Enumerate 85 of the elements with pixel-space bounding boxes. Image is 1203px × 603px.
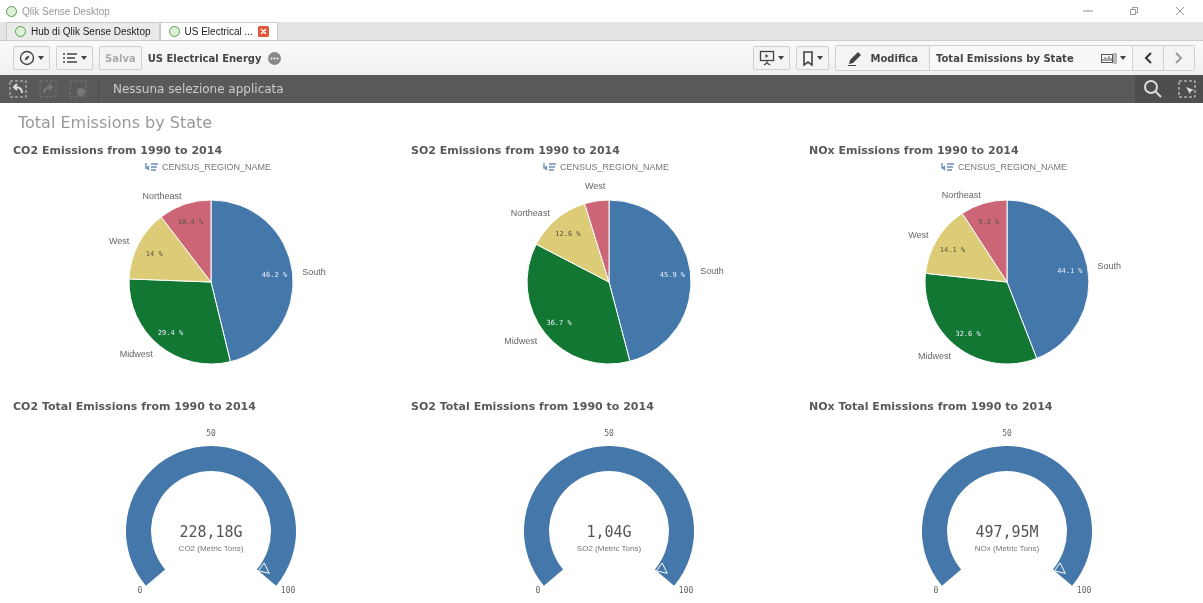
app-logo-icon	[15, 26, 26, 37]
slice-label: South	[700, 266, 724, 277]
sheet-title: Total Emissions by State	[936, 52, 1075, 64]
gauge-value: 497,95M	[975, 523, 1039, 541]
gauge-value: 228,18G	[179, 523, 243, 541]
slice-label: Midwest	[504, 335, 538, 346]
bookmark-icon	[801, 50, 814, 66]
pie-slice[interactable]	[210, 199, 294, 363]
chart-title: NOx Total Emissions from 1990 to 2014	[809, 400, 1054, 415]
dimension-label[interactable]: CENSUS_REGION_NAME	[162, 162, 271, 172]
list-icon	[62, 51, 78, 65]
chart-title: CO2 Emissions from 1990 to 2014	[13, 144, 224, 159]
close-icon[interactable]	[1175, 6, 1185, 16]
gauge-pointer	[258, 562, 270, 574]
gauge-tick-label: 100	[678, 586, 694, 595]
pie-slice[interactable]	[608, 199, 692, 362]
chart-title: NOx Emissions from 1990 to 2014	[809, 144, 1020, 159]
pie-slice[interactable]	[160, 199, 212, 283]
chevron-left-icon	[1144, 52, 1152, 64]
sheets-icon	[1101, 52, 1117, 64]
app-logo-icon	[168, 26, 180, 37]
bookmark-button[interactable]	[795, 46, 829, 70]
gauge-tick-label: 0	[535, 586, 541, 595]
chart-title: CO2 Total Emissions from 1990 to 2014	[13, 400, 257, 415]
slice-label: South	[1097, 261, 1121, 271]
chart-title: SO2 Emissions from 1990 to 2014	[411, 144, 621, 159]
gauge-pointer	[656, 562, 668, 574]
list-button[interactable]	[56, 46, 93, 70]
chevron-right-icon	[1175, 52, 1183, 64]
slice-label: Northeast	[941, 189, 981, 200]
step-back-icon[interactable]	[8, 79, 28, 99]
gauge-tick-label: 50	[206, 429, 216, 438]
slice-label: West	[908, 229, 929, 240]
gauge-label: CO2 (Metric Tons)	[178, 544, 244, 553]
slice-label: Midwest	[119, 349, 153, 360]
close-tab-icon[interactable]	[257, 26, 269, 37]
gauge-tick-label: 100	[280, 586, 296, 595]
app-title: US Electrical Energy	[147, 52, 262, 64]
selection-tool-icon[interactable]	[1177, 79, 1197, 99]
dimension-label[interactable]: CENSUS_REGION_NAME	[958, 162, 1067, 172]
app-logo-icon	[6, 5, 17, 17]
caret-icon	[38, 56, 44, 60]
gauge-tick-label: 0	[933, 586, 939, 595]
sheet-title: Total Emissions by State	[18, 113, 214, 134]
gauge-tick-label: 50	[1002, 429, 1012, 438]
pencil-icon	[846, 50, 863, 66]
more-icon[interactable]	[267, 51, 281, 65]
dimension-label[interactable]: CENSUS_REGION_NAME	[560, 162, 669, 172]
gauge-tick-label: 0	[137, 586, 143, 595]
gauge-tick-label: 100	[1076, 586, 1092, 595]
gauge-pointer	[1054, 562, 1066, 574]
drill-down-icon	[543, 162, 556, 172]
window-title: Qlik Sense Desktop	[22, 5, 110, 17]
search-icon[interactable]	[1143, 79, 1163, 99]
pie-slice[interactable]	[1006, 199, 1090, 359]
caret-icon	[81, 56, 87, 60]
slice-label: West	[108, 235, 130, 246]
restore-icon[interactable]	[1129, 6, 1139, 16]
present-button[interactable]	[752, 46, 790, 70]
slice-label: Midwest	[918, 351, 952, 361]
slice-label: Northeast	[142, 190, 182, 201]
slice-label: South	[302, 267, 326, 277]
pie-slice[interactable]	[961, 199, 1008, 283]
pie-slice[interactable]	[584, 199, 610, 283]
sheet-selector[interactable]: Total Emissions by State	[930, 46, 1133, 70]
edit-button[interactable]: Modifica	[835, 46, 930, 70]
drill-down-icon	[941, 162, 954, 172]
selection-status: Nessuna selezione applicata	[98, 75, 284, 103]
slice-label: West	[585, 181, 606, 191]
chart-title: SO2 Total Emissions from 1990 to 2014	[411, 400, 655, 415]
caret-icon	[1120, 56, 1126, 60]
presentation-icon	[758, 50, 775, 66]
gauge-tick-label: 50	[604, 429, 614, 438]
gauge-value: 1,04G	[586, 523, 632, 541]
gauge-label: SO2 (Metric Tons)	[576, 544, 642, 553]
compass-icon	[19, 50, 35, 66]
pie-slice[interactable]	[128, 216, 212, 283]
slice-label: Northeast	[510, 207, 550, 218]
drill-down-icon	[145, 162, 158, 172]
tab[interactable]: US Electrical ...	[159, 22, 278, 40]
caret-icon	[816, 56, 823, 60]
gauge-label: NOx (Metric Tons)	[974, 544, 1040, 553]
caret-icon	[777, 56, 784, 60]
tab[interactable]: Hub di Qlik Sense Desktop	[6, 22, 160, 40]
navigation-button[interactable]	[13, 46, 50, 70]
